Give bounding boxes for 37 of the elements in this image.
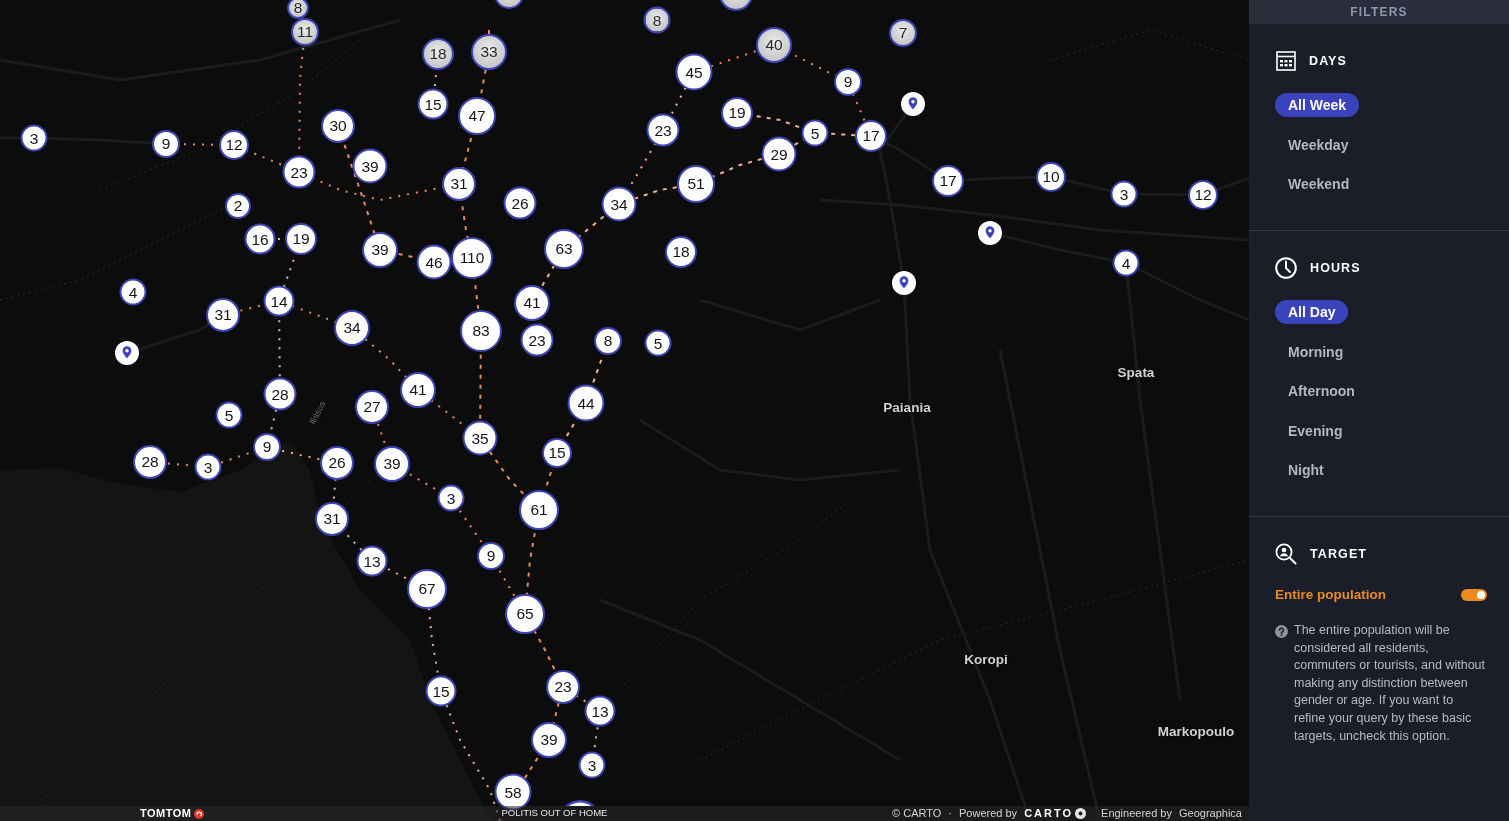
map-pin-icon[interactable]: [115, 341, 139, 365]
filter-option[interactable]: Evening: [1275, 418, 1356, 443]
map-pin-icon[interactable]: [892, 271, 916, 295]
toggle-switch[interactable]: [1461, 589, 1487, 601]
powered-by-text: Powered by: [959, 806, 1018, 821]
filter-option[interactable]: Afternoon: [1275, 379, 1368, 403]
filter-option[interactable]: All Day: [1275, 300, 1349, 324]
clock-icon: [1275, 257, 1297, 279]
section-title: DAYS: [1309, 52, 1347, 70]
filter-option[interactable]: Weekday: [1275, 132, 1362, 157]
filter-option[interactable]: Weekend: [1275, 172, 1363, 196]
place-label: Spata: [1117, 363, 1155, 382]
map-pin-icon[interactable]: [901, 92, 925, 116]
place-label: Paiania: [883, 398, 931, 417]
place-label: Markopoulo: [1157, 722, 1235, 741]
section-title: HOURS: [1310, 259, 1361, 277]
filter-option[interactable]: Morning: [1275, 339, 1357, 364]
cluster-marker[interactable]: 8: [287, 0, 309, 19]
panel-title: FILTERS: [1249, 0, 1509, 24]
calendar-icon: [1276, 51, 1296, 71]
map-pin-icon[interactable]: [978, 221, 1002, 245]
help-icon: [1275, 625, 1288, 638]
logo-mark-icon: [194, 808, 205, 819]
filter-option[interactable]: Night: [1275, 458, 1337, 482]
separator: ·: [948, 806, 953, 821]
filter-option[interactable]: All Week: [1275, 93, 1360, 117]
logo-wordmark[interactable]: CARTO: [1024, 805, 1074, 821]
circle-logo-icon: [1075, 808, 1087, 819]
map-credit[interactable]: © CARTO: [892, 805, 942, 821]
toggle-label: Entire population: [1275, 585, 1386, 604]
place-label: Koropi: [964, 650, 1008, 669]
engineer-credit[interactable]: Geographica: [1179, 805, 1242, 821]
logo-wordmark: TOMTOM: [140, 806, 192, 821]
help-text: The entire population will be considered all residents, commuters or tourists, and without making any distinction between gender or age. If you want to refine your query by these basic targets, uncheck this option.: [1294, 622, 1487, 745]
user-search-icon: [1275, 543, 1297, 565]
section-title: TARGET: [1310, 545, 1368, 563]
engineered-by-text: Engineered by: [1101, 806, 1172, 821]
